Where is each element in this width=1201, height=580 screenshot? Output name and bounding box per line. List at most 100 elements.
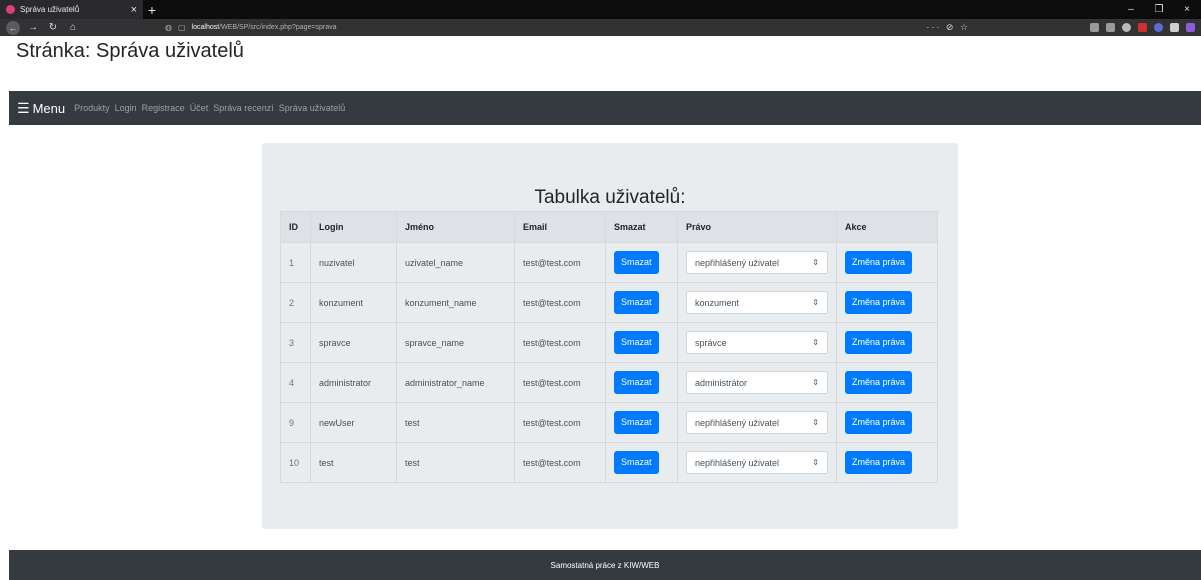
role-select-value: správce — [695, 337, 727, 348]
cell-login: newUser — [310, 402, 397, 443]
new-tab-icon[interactable]: + — [143, 0, 161, 19]
sidebar-icon[interactable] — [1106, 23, 1115, 32]
delete-button[interactable]: Smazat — [614, 291, 659, 314]
page-icon: ▢ — [177, 23, 186, 32]
cell-name: spravce_name — [396, 322, 515, 363]
cell-action: Změna práva — [836, 322, 938, 363]
maximize-icon[interactable]: ❐ — [1145, 4, 1173, 15]
cell-email: test@test.com — [514, 402, 606, 443]
role-select-value: administrátor — [695, 377, 748, 388]
delete-button[interactable]: Smazat — [614, 451, 659, 474]
forward-icon[interactable]: → — [26, 22, 40, 33]
nav-link-login[interactable]: Login — [115, 103, 137, 113]
users-table: ID Login Jméno Email Smazat Právo Akce 1… — [280, 211, 938, 483]
role-select[interactable]: konzument ⇕ — [686, 291, 828, 314]
role-select-value: nepřihlášený uživatel — [695, 417, 780, 428]
footer-text: Samostatná práce z KIW/WEB — [550, 560, 660, 570]
table-row: 2 konzument konzument_name test@test.com… — [280, 282, 938, 323]
nav-link-registrace[interactable]: Registrace — [142, 103, 185, 113]
cell-role: administrátor ⇕ — [677, 362, 837, 403]
extension-icon[interactable] — [1186, 23, 1195, 32]
table-row: 9 newUser test test@test.com Smazat nepř… — [280, 402, 938, 443]
window-controls: – ❐ × — [1117, 0, 1201, 19]
extension-icon[interactable] — [1154, 23, 1163, 32]
cell-login: konzument — [310, 282, 397, 323]
table-row: 10 test test test@test.com Smazat nepřih… — [280, 442, 938, 483]
delete-button[interactable]: Smazat — [614, 331, 659, 354]
role-select-value: nepřihlášený uživatel — [695, 457, 780, 468]
nav-link-sprava-uzivatelu[interactable]: Správa uživatelů — [279, 103, 346, 113]
adblock-icon[interactable] — [1138, 23, 1147, 32]
cell-action: Změna práva — [836, 402, 938, 443]
cell-id: 10 — [280, 442, 311, 483]
cell-email: test@test.com — [514, 282, 606, 323]
change-role-button[interactable]: Změna práva — [845, 371, 913, 394]
role-select-value: konzument — [695, 297, 740, 308]
change-role-button[interactable]: Změna práva — [845, 411, 913, 434]
select-arrows-icon: ⇕ — [812, 338, 819, 347]
header-action: Akce — [836, 211, 938, 243]
cell-login: administrator — [310, 362, 397, 403]
cell-delete: Smazat — [605, 362, 678, 403]
change-role-button[interactable]: Změna práva — [845, 251, 913, 274]
cell-email: test@test.com — [514, 242, 606, 283]
cell-delete: Smazat — [605, 402, 678, 443]
header-login: Login — [310, 211, 397, 243]
cell-delete: Smazat — [605, 322, 678, 363]
change-role-button[interactable]: Změna práva — [845, 291, 913, 314]
site-navbar: ☰ Menu Produkty Login Registrace Účet Sp… — [9, 91, 1201, 125]
cell-role: správce ⇕ — [677, 322, 837, 363]
url-actions-icon[interactable]: ··· ⊘ ☆ — [926, 22, 970, 33]
browser-tab[interactable]: Správa uživatelů × — [0, 0, 143, 19]
account-icon[interactable] — [1122, 23, 1131, 32]
cell-email: test@test.com — [514, 322, 606, 363]
cell-role: nepřihlášený uživatel ⇕ — [677, 442, 837, 483]
reload-icon[interactable]: ↻ — [46, 22, 60, 33]
role-select[interactable]: správce ⇕ — [686, 331, 828, 354]
table-header-row: ID Login Jméno Email Smazat Právo Akce — [280, 211, 938, 243]
select-arrows-icon: ⇕ — [812, 418, 819, 427]
cell-email: test@test.com — [514, 362, 606, 403]
cell-id: 9 — [280, 402, 311, 443]
cell-login: spravce — [310, 322, 397, 363]
extension-icon[interactable] — [1170, 23, 1179, 32]
change-role-button[interactable]: Změna práva — [845, 331, 913, 354]
change-role-button[interactable]: Změna práva — [845, 451, 913, 474]
menu-label: Menu — [32, 100, 66, 116]
minimize-icon[interactable]: – — [1117, 4, 1145, 15]
home-icon[interactable]: ⌂ — [66, 22, 80, 33]
cell-name: administrator_name — [396, 362, 515, 403]
table-row: 1 nuzivatel uzivatel_name test@test.com … — [280, 242, 938, 283]
delete-button[interactable]: Smazat — [614, 251, 659, 274]
cell-action: Změna práva — [836, 442, 938, 483]
menu-toggle[interactable]: ☰ Menu — [17, 100, 65, 117]
header-role: Právo — [677, 211, 837, 243]
nav-link-sprava-recenzi[interactable]: Správa recenzí — [213, 103, 274, 113]
select-arrows-icon: ⇕ — [812, 258, 819, 267]
back-icon[interactable]: ← — [6, 20, 20, 35]
page-title: Stránka: Správa uživatelů — [16, 40, 244, 62]
table-row: 4 administrator administrator_name test@… — [280, 362, 938, 403]
window-close-icon[interactable]: × — [1173, 4, 1201, 15]
close-icon[interactable]: × — [131, 4, 137, 16]
delete-button[interactable]: Smazat — [614, 411, 659, 434]
delete-button[interactable]: Smazat — [614, 371, 659, 394]
role-select[interactable]: nepřihlášený uživatel ⇕ — [686, 411, 828, 434]
header-name: Jméno — [396, 211, 515, 243]
role-select[interactable]: nepřihlášený uživatel ⇕ — [686, 451, 828, 474]
nav-link-produkty[interactable]: Produkty — [74, 103, 110, 113]
library-icon[interactable] — [1090, 23, 1099, 32]
cell-id: 3 — [280, 322, 311, 363]
browser-tabbar: Správa uživatelů × + – ❐ × — [0, 0, 1201, 19]
select-arrows-icon: ⇕ — [812, 298, 819, 307]
role-select[interactable]: nepřihlášený uživatel ⇕ — [686, 251, 828, 274]
cell-id: 4 — [280, 362, 311, 403]
table-row: 3 spravce spravce_name test@test.com Sma… — [280, 322, 938, 363]
url-bar[interactable]: ◍ ▢ localhost /WEB/SP/src/index.php?page… — [165, 21, 970, 34]
header-id: ID — [280, 211, 311, 243]
nav-link-ucet[interactable]: Účet — [190, 103, 209, 113]
header-delete: Smazat — [605, 211, 678, 243]
role-select[interactable]: administrátor ⇕ — [686, 371, 828, 394]
cell-name: test — [396, 402, 515, 443]
page-footer: Samostatná práce z KIW/WEB — [9, 550, 1201, 580]
